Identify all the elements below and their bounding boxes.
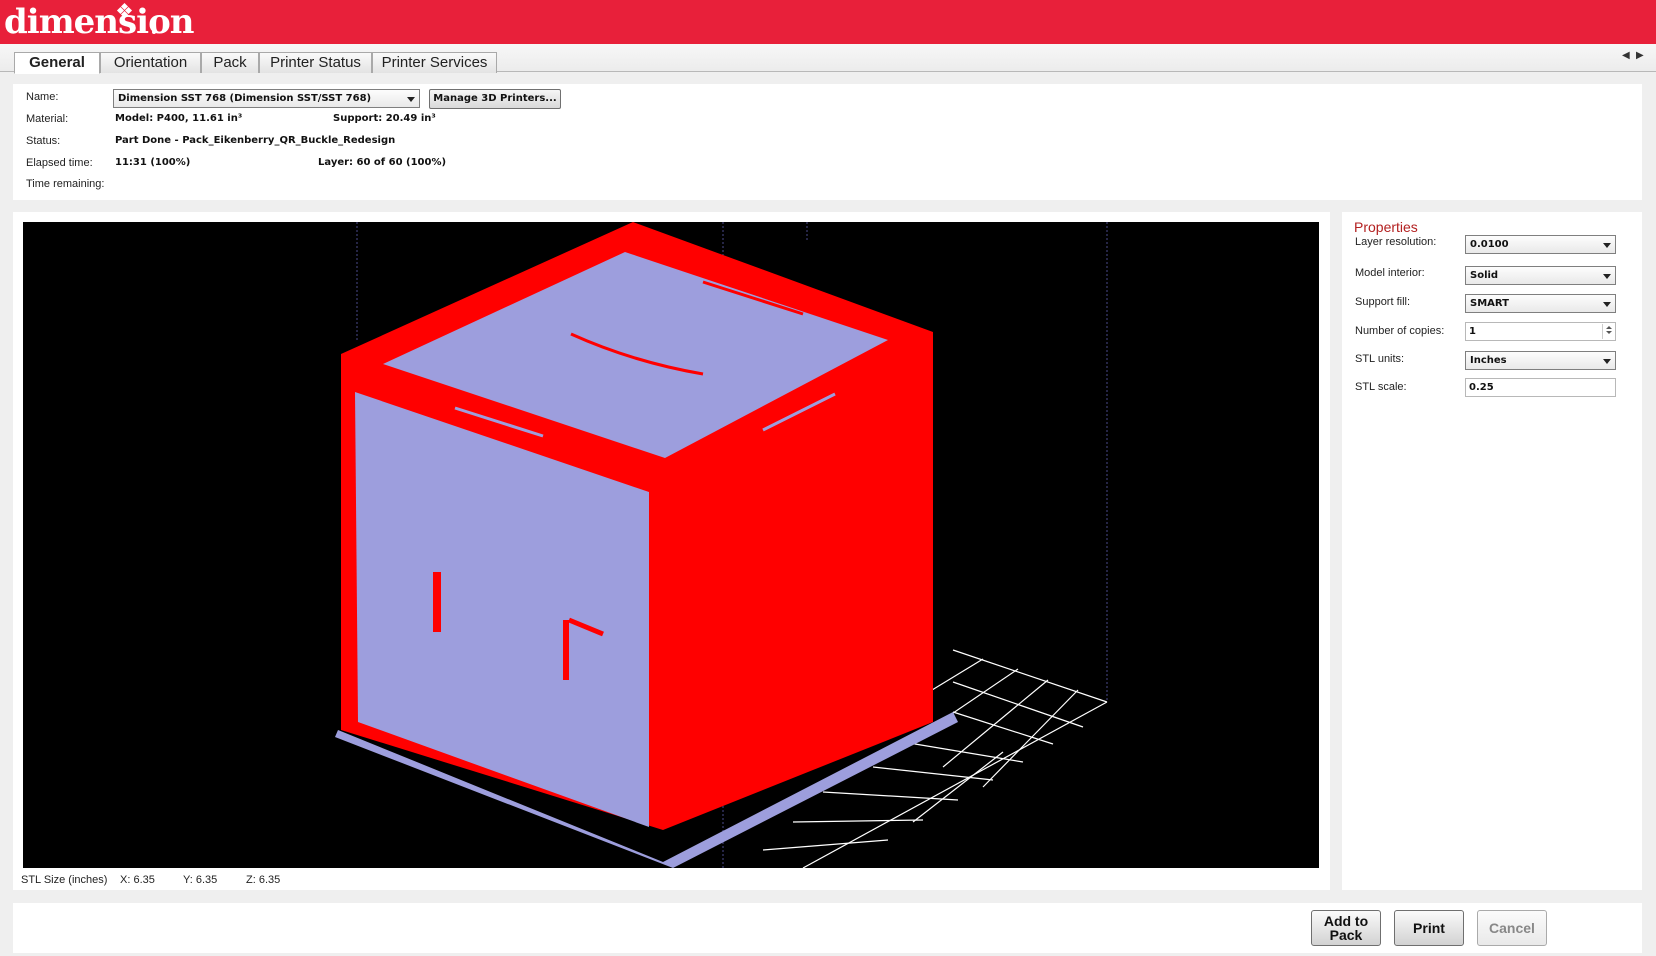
stl-size-y: Y: 6.35 [183, 874, 218, 886]
tab-printer-status[interactable]: Printer Status [259, 52, 372, 73]
copies-stepper-icon[interactable] [1602, 324, 1614, 339]
viewport-panel: STL Size (inches) X: 6.35 Y: 6.35 Z: 6.3… [13, 212, 1330, 890]
number-of-copies-value: 1 [1469, 326, 1476, 337]
support-material-value: Support: 20.49 in³ [333, 113, 436, 124]
tab-orientation[interactable]: Orientation [100, 52, 201, 73]
status-value: Part Done - Pack_Eikenberry_QR_Buckle_Re… [115, 135, 396, 146]
cancel-button[interactable]: Cancel [1477, 910, 1547, 946]
model-interior-label: Model interior: [1355, 267, 1425, 279]
print-button[interactable]: Print [1394, 910, 1464, 946]
printer-select-value: Dimension SST 768 (Dimension SST/SST 768… [118, 93, 372, 104]
chevron-down-icon [1603, 359, 1611, 364]
logo-dot-icon [152, 30, 156, 34]
chevron-down-icon [1603, 274, 1611, 279]
support-fill-label: Support fill: [1355, 296, 1411, 308]
printer-select[interactable]: Dimension SST 768 (Dimension SST/SST 768… [113, 89, 420, 108]
app-logo: dimension [4, 2, 194, 42]
support-fill-value: SMART [1470, 298, 1509, 309]
tab-scroll-left-icon[interactable]: ◀ [1622, 50, 1630, 61]
model-viewport[interactable] [23, 222, 1319, 869]
model-material-value: Model: P400, 11.61 in³ [115, 113, 243, 124]
support-fill-select[interactable]: SMART [1465, 294, 1616, 313]
name-label: Name: [26, 91, 59, 103]
tab-pack[interactable]: Pack [201, 52, 259, 73]
stl-units-value: Inches [1470, 355, 1507, 366]
stl-size-label: STL Size (inches) [21, 874, 108, 886]
chevron-down-icon [1603, 243, 1611, 248]
logo-diamonds-icon [116, 2, 133, 19]
elapsed-time-label: Elapsed time: [26, 157, 93, 169]
chevron-down-icon [407, 97, 415, 102]
stl-units-label: STL units: [1355, 353, 1405, 365]
stl-size-x: X: 6.35 [120, 874, 155, 886]
properties-title: Properties [1354, 219, 1418, 235]
model-render [335, 222, 1108, 869]
material-label: Material: [26, 113, 69, 125]
tab-strip: General Orientation Pack Printer Status … [0, 44, 1656, 74]
properties-panel: Properties Layer resolution: 0.0100 Mode… [1342, 212, 1642, 890]
tab-printer-services[interactable]: Printer Services [372, 52, 497, 73]
stl-size-z: Z: 6.35 [246, 874, 281, 886]
model-interior-value: Solid [1470, 270, 1499, 281]
tab-scroll-right-icon[interactable]: ▶ [1636, 50, 1644, 61]
number-of-copies-label: Number of copies: [1355, 325, 1445, 337]
layer-resolution-value: 0.0100 [1470, 239, 1509, 250]
chevron-down-icon [1603, 302, 1611, 307]
title-bar: dimension [0, 0, 1656, 44]
manage-3d-printers-button[interactable]: Manage 3D Printers... [429, 89, 561, 109]
stl-scale-label: STL scale: [1355, 381, 1407, 393]
layer-progress-value: Layer: 60 of 60 (100%) [318, 157, 447, 168]
layer-resolution-label: Layer resolution: [1355, 236, 1437, 248]
tab-general[interactable]: General [14, 52, 100, 74]
time-remaining-label: Time remaining: [26, 178, 105, 190]
status-label: Status: [26, 135, 61, 147]
elapsed-time-value: 11:31 (100%) [115, 157, 191, 168]
action-bar: Add to Pack Print Cancel [13, 903, 1642, 953]
model-interior-select[interactable]: Solid [1465, 266, 1616, 285]
printer-info-panel: Name: Dimension SST 768 (Dimension SST/S… [13, 84, 1642, 200]
stl-scale-input[interactable]: 0.25 [1465, 378, 1616, 397]
stl-scale-value: 0.25 [1469, 382, 1494, 393]
add-to-pack-button[interactable]: Add to Pack [1311, 910, 1381, 946]
number-of-copies-input[interactable]: 1 [1465, 322, 1616, 341]
layer-resolution-select[interactable]: 0.0100 [1465, 235, 1616, 254]
stl-units-select[interactable]: Inches [1465, 351, 1616, 370]
